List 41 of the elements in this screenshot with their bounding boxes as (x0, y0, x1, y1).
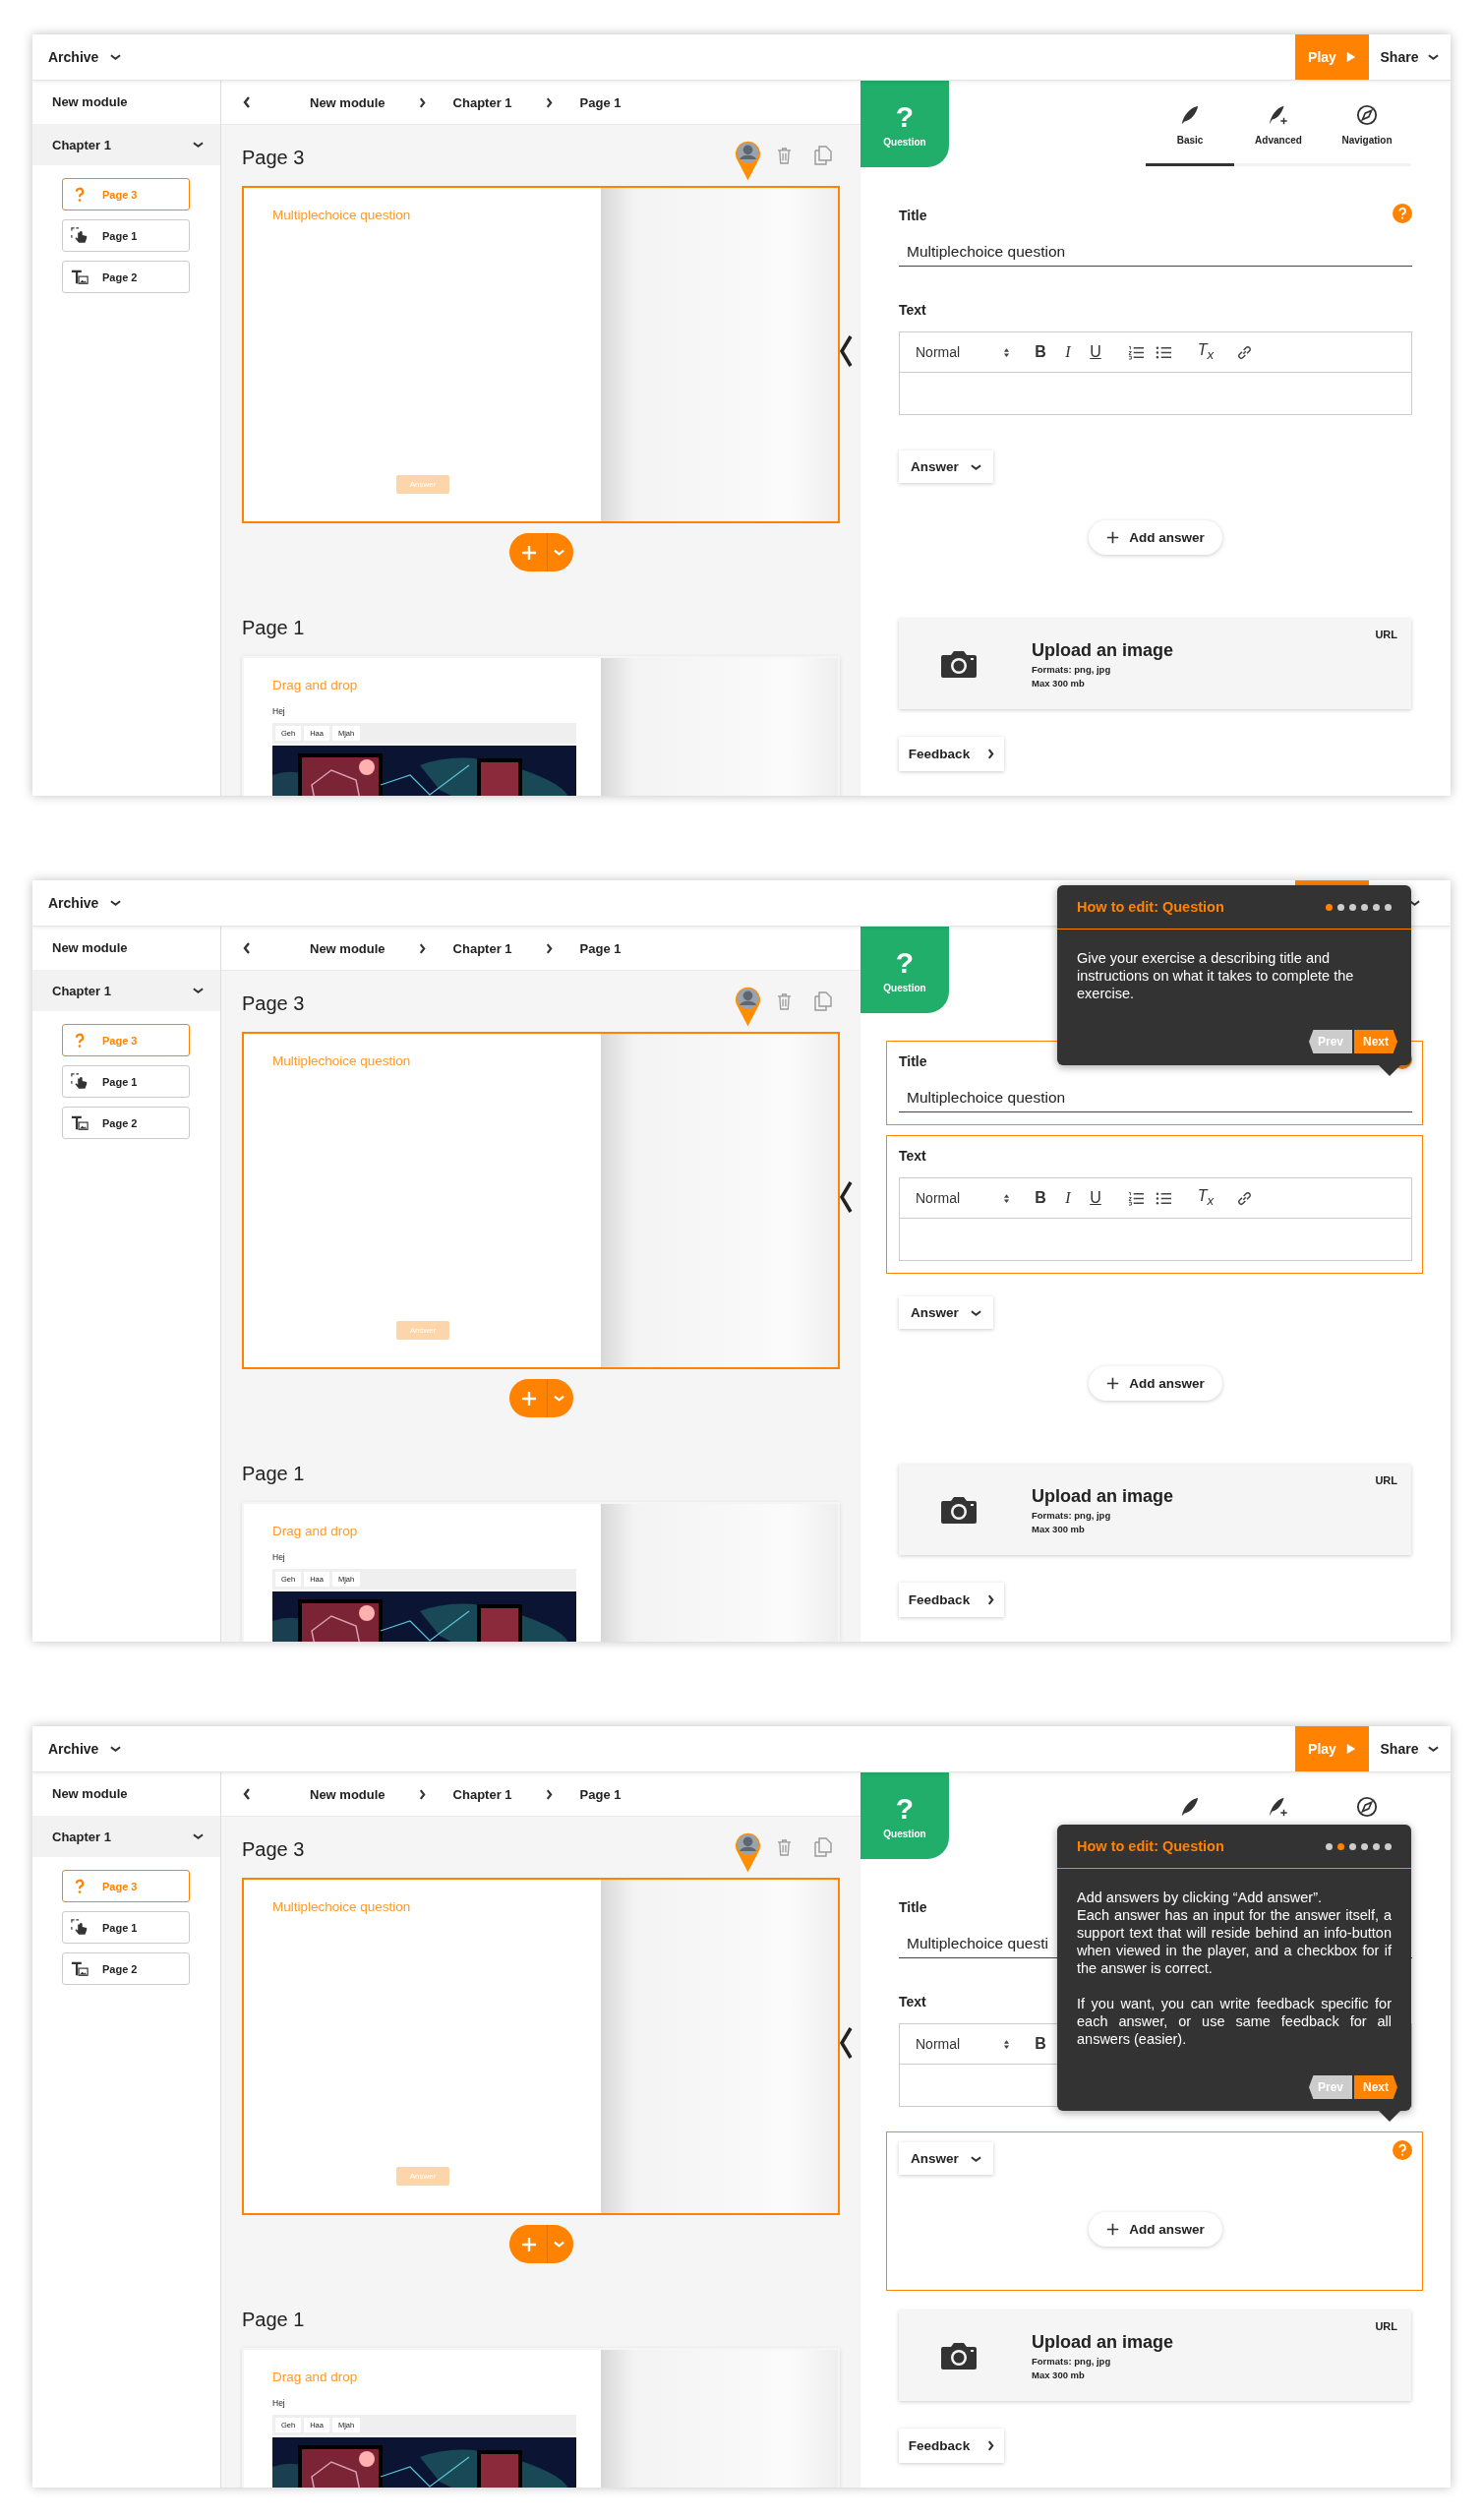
upload-formats: Formats: png, jpg (1032, 1509, 1112, 1521)
slide-text: Hej (272, 2398, 286, 2408)
question-type-badge: ? Question (860, 81, 949, 167)
page-heading: Page 3 (242, 990, 306, 1015)
field-label: Text (899, 301, 926, 320)
page-heading: Page 1 (242, 2307, 306, 2331)
tooltip-text: Add answers by clicking “Add answer”. Each answer has an input for the answer itself, a support text that will reside behind an info-button when viewed in the player, and a checkbox for if the answer is correct. (1077, 1889, 1392, 1977)
upload-size-limit: Max 300 mb (1032, 2369, 1086, 2380)
field-label: Text (899, 1993, 926, 2011)
answer-button: Answer (395, 475, 450, 494)
question-type-badge: ? Question (860, 1772, 949, 1859)
field-label: Title (899, 1052, 927, 1071)
slide-title: Drag and drop (272, 1524, 359, 1538)
upload-formats: Formats: png, jpg (1032, 663, 1112, 675)
page-heading: Page 1 (242, 615, 306, 639)
field-label: Title (899, 207, 927, 225)
slide-text: Hej (272, 706, 286, 716)
question-type-badge: ? Question (860, 927, 949, 1013)
upload-title: Upload an image (1032, 639, 1174, 661)
page-heading: Page 1 (242, 1461, 306, 1485)
upload-size-limit: Max 300 mb (1032, 677, 1086, 689)
answer-button: Answer (395, 1321, 450, 1340)
slide-title: Drag and drop (272, 2370, 359, 2384)
slide-title: Multiplechoice question (272, 1053, 412, 1068)
upload-formats: Formats: png, jpg (1032, 2355, 1112, 2367)
tooltip-text: Give your exercise a describing title and instructions on what it takes to complete the exercise. (1077, 949, 1355, 1002)
slide-title: Multiplechoice question (272, 1899, 412, 1914)
slide-text: Hej (272, 1552, 286, 1562)
upload-title: Upload an image (1032, 2331, 1174, 2353)
tooltip-text: If you want, you can write feedback specific for each answer, or use same feedback for all answers (easier). (1077, 1995, 1392, 2048)
field-label: Text (899, 1147, 926, 1166)
upload-size-limit: Max 300 mb (1032, 1523, 1086, 1534)
page-heading: Page 3 (242, 145, 306, 169)
upload-title: Upload an image (1032, 1485, 1174, 1507)
page-heading: Page 3 (242, 1836, 306, 1861)
slide-title: Multiplechoice question (272, 208, 412, 222)
slide-title: Drag and drop (272, 678, 359, 692)
field-label: Title (899, 1898, 927, 1917)
tooltip-title: How to edit: Question (1077, 1838, 1224, 1854)
answer-button: Answer (395, 2167, 450, 2186)
tooltip-title: How to edit: Question (1077, 899, 1224, 915)
